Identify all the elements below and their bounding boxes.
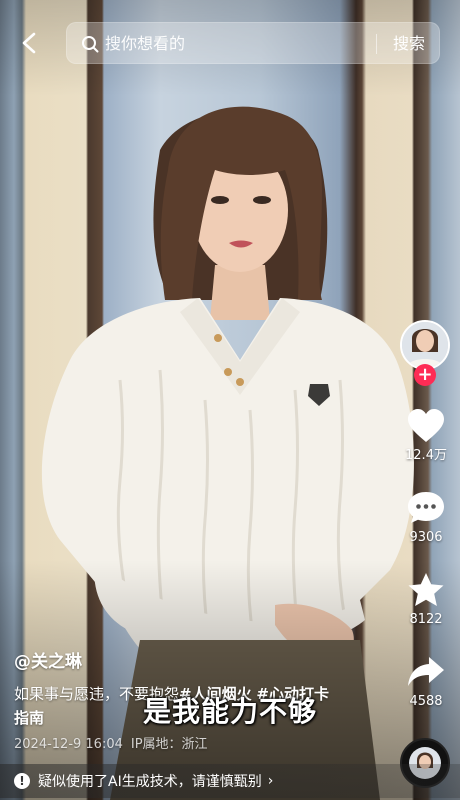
favorite-button[interactable]: 8122: [398, 572, 454, 628]
follow-button[interactable]: +: [414, 364, 436, 386]
warning-icon: !: [14, 773, 30, 789]
video-screen[interactable]: 搜你想看的 搜索 + 12.4万 9306 8122 4588 @关之琳 如果事…: [0, 0, 460, 800]
ai-generated-notice[interactable]: ! 疑似使用了AI生成技术，请谨慎甄别 ›: [0, 764, 460, 798]
post-date: 2024-12-9 16:04: [14, 737, 123, 752]
search-input[interactable]: 搜你想看的 搜索: [66, 22, 440, 64]
like-count: 12.4万: [405, 448, 447, 463]
search-icon: [82, 36, 99, 53]
author-name[interactable]: @关之琳: [14, 650, 354, 674]
heart-icon: [408, 409, 444, 442]
like-button[interactable]: 12.4万: [398, 408, 454, 464]
ip-location: IP属地：浙江: [130, 737, 208, 752]
comment-count: 9306: [409, 530, 443, 545]
search-placeholder: 搜你想看的: [105, 34, 186, 53]
back-button[interactable]: [14, 28, 44, 58]
video-meta: 2024-12-9 16:04 IP属地：浙江: [14, 736, 354, 754]
chevron-right-icon: ›: [267, 773, 274, 789]
search-divider: [376, 34, 377, 54]
favorite-count: 8122: [409, 612, 443, 627]
share-arrow-icon: [408, 657, 444, 686]
comment-button[interactable]: 9306: [398, 490, 454, 546]
top-bar: 搜你想看的 搜索: [0, 18, 460, 68]
ai-notice-text: 疑似使用了AI生成技术，请谨慎甄别: [38, 774, 262, 790]
search-button[interactable]: 搜索: [393, 33, 425, 55]
avatar-image: [402, 322, 448, 368]
chevron-left-icon: [22, 32, 36, 54]
author-avatar-group: +: [400, 320, 452, 386]
video-subtitle: 是我能力不够: [142, 695, 317, 728]
comment-icon: [408, 492, 444, 523]
star-icon: [408, 573, 444, 606]
author-avatar[interactable]: [400, 320, 450, 370]
